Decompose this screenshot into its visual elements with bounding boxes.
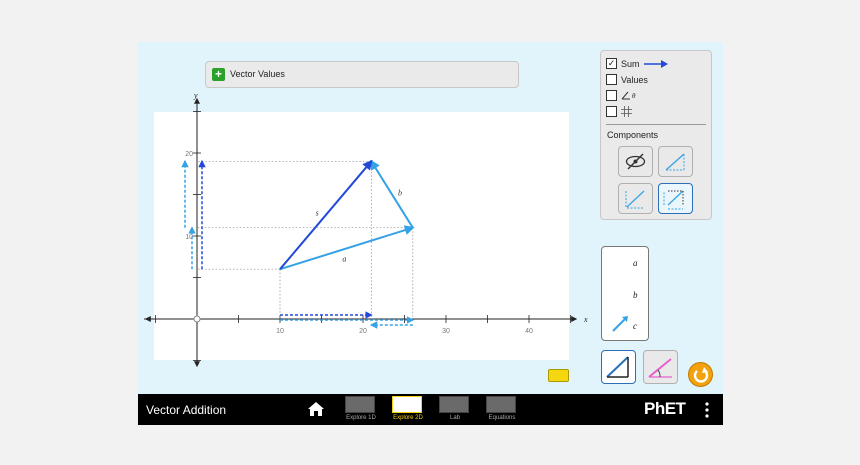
toolbox-label-a[interactable]: a	[633, 258, 638, 268]
origin-handle[interactable]	[193, 315, 201, 323]
tab-lab-label: Lab	[449, 415, 460, 421]
vector-s[interactable]	[279, 159, 373, 270]
tab-lab[interactable]: Lab	[429, 396, 481, 424]
sim-screen: + Vector Values 10 20 30 40 10 20 x y abs ✓ Sum…	[138, 42, 723, 425]
sum-label: Sum	[621, 58, 640, 69]
tab-explore-2d-label: Explore 2D	[393, 415, 423, 421]
projection-components-icon	[663, 190, 684, 210]
angle-checkbox[interactable]	[606, 90, 617, 101]
component-vectors	[181, 159, 415, 329]
values-checkbox-row[interactable]: Values	[606, 74, 648, 85]
tab-explore-1d[interactable]: Explore 1D	[335, 396, 387, 424]
eraser-button[interactable]	[548, 369, 569, 382]
grid-checkbox[interactable]	[606, 106, 617, 117]
sum-checkbox[interactable]: ✓	[606, 58, 617, 69]
x-tick-label: 20	[359, 328, 367, 335]
vector-b[interactable]	[370, 159, 414, 229]
parallelogram-components-icon	[625, 190, 645, 209]
values-label: Values	[621, 74, 648, 85]
cartesian-mode-button[interactable]	[601, 350, 636, 384]
tab-lab-thumbnail	[439, 396, 469, 413]
x-tick-label: 30	[442, 328, 450, 335]
phet-logo[interactable]: PhET	[644, 399, 686, 419]
y-tick-label: 20	[185, 151, 193, 158]
angle-checkbox-row[interactable]: θ	[606, 90, 635, 101]
vectors[interactable]: a b s	[279, 159, 415, 271]
vector-label-s: s	[316, 208, 319, 217]
reset-icon	[693, 367, 709, 383]
toolbox-label-b[interactable]: b	[633, 290, 638, 300]
y-axis-label: y	[193, 91, 198, 100]
x-tick-label: 40	[525, 328, 533, 335]
sum-arrow-icon	[643, 59, 668, 68]
grid-checkbox-row[interactable]	[606, 106, 632, 117]
tab-equations-thumbnail	[486, 396, 516, 413]
sum-checkbox-row[interactable]: ✓ Sum	[606, 58, 668, 69]
axes: 10 20 30 401020xy	[144, 91, 588, 368]
toolbox-label-c[interactable]: c	[633, 321, 637, 331]
cartesian-icon	[606, 356, 629, 378]
tab-explore-2d[interactable]: Explore 2D	[382, 396, 434, 424]
x-axis-label: x	[583, 315, 588, 324]
vector-label-a: a	[342, 254, 346, 263]
components-label: Components	[607, 130, 659, 140]
grid-icon	[621, 106, 632, 117]
components-hidden-button[interactable]	[618, 146, 653, 177]
angle-symbol: θ	[632, 91, 636, 100]
x-tick-label: 10	[276, 328, 284, 335]
triangle-components-icon	[665, 153, 685, 171]
tab-equations-label: Equations	[488, 415, 516, 421]
control-separator	[606, 124, 706, 125]
navigation-bar: Vector Addition Explore 1D Explore 2D La…	[138, 394, 723, 425]
home-icon[interactable]	[307, 401, 325, 417]
tab-explore-1d-label: Explore 1D	[346, 415, 376, 421]
eye-slash-icon	[625, 153, 646, 170]
components-triangle-button[interactable]	[658, 146, 693, 177]
vector-label-b: b	[398, 189, 402, 198]
angle-icon	[621, 91, 630, 100]
components-projection-button[interactable]	[658, 183, 693, 214]
polar-mode-button[interactable]	[643, 350, 678, 384]
toolbox-vector-c-icon[interactable]	[611, 315, 629, 333]
tab-equations[interactable]: Equations	[476, 396, 528, 424]
polar-icon	[648, 358, 672, 378]
phet-menu-icon[interactable]	[705, 402, 709, 418]
components-parallelogram-button[interactable]	[618, 183, 653, 214]
tab-explore-1d-thumbnail	[345, 396, 375, 413]
sim-title: Vector Addition	[146, 403, 227, 417]
tab-explore-2d-thumbnail	[392, 396, 422, 413]
vector-toolbox: a b c	[601, 246, 649, 341]
control-panel: ✓ Sum Values θ Components	[600, 50, 712, 220]
reset-all-button[interactable]	[688, 362, 713, 387]
values-checkbox[interactable]	[606, 74, 617, 85]
